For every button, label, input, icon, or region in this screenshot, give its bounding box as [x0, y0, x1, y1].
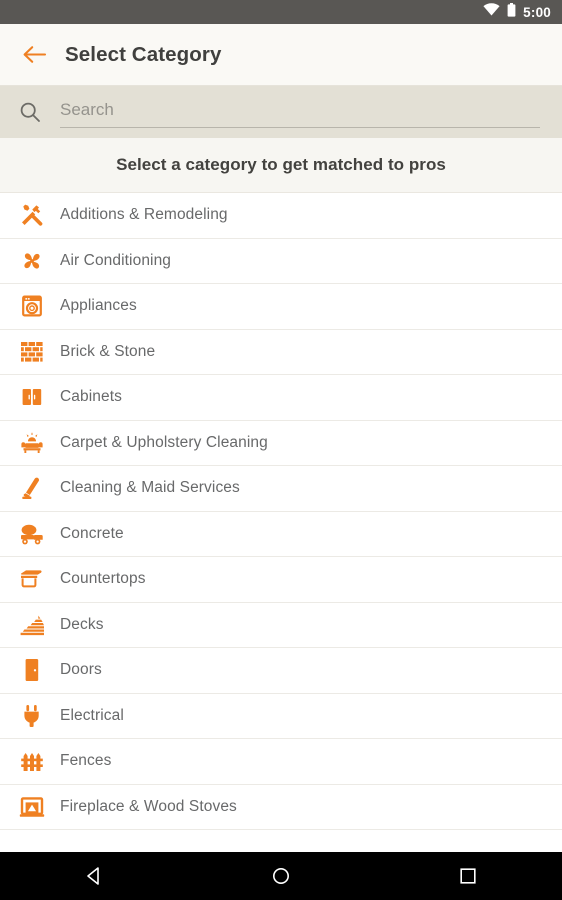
system-navigation-bar	[0, 852, 562, 900]
category-row-label: Cabinets	[60, 388, 122, 406]
category-row-label: Electrical	[60, 706, 124, 724]
search-icon	[19, 101, 41, 123]
category-row[interactable]: Additions & Remodeling	[0, 193, 562, 239]
category-row-label: Air Conditioning	[60, 251, 172, 269]
fence-icon	[14, 750, 50, 772]
vacuum-icon	[14, 476, 50, 500]
category-row[interactable]: Fireplace & Wood Stoves	[0, 784, 562, 830]
wifi-icon	[483, 3, 500, 21]
app-screen: 5:00 Select Category Select a category t…	[0, 0, 562, 900]
nav-home-icon[interactable]	[251, 852, 311, 900]
category-row-label: Countertops	[60, 570, 146, 588]
category-row-label: Concrete	[60, 524, 124, 542]
power-plug-icon	[14, 704, 50, 728]
sofa-sparkle-icon	[14, 431, 50, 455]
category-row[interactable]: Appliances	[0, 284, 562, 330]
countertop-icon	[14, 569, 50, 589]
cabinet-icon	[14, 385, 50, 409]
category-row[interactable]: Air Conditioning	[0, 238, 562, 284]
search-input[interactable]	[60, 99, 540, 124]
category-row[interactable]: Cleaning & Maid Services	[0, 466, 562, 512]
list-bottom-gap	[0, 830, 562, 834]
search-bar	[0, 86, 562, 138]
category-list[interactable]: Additions & Remodeling Air Conditioning …	[0, 193, 562, 830]
category-row-label: Appliances	[60, 297, 137, 315]
category-row-label: Fireplace & Wood Stoves	[60, 797, 237, 815]
brick-wall-icon	[14, 341, 50, 363]
category-row[interactable]: Concrete	[0, 511, 562, 557]
search-field-wrapper	[60, 96, 540, 128]
back-arrow-icon[interactable]	[19, 40, 49, 70]
deck-stairs-icon	[14, 614, 50, 636]
category-row[interactable]: Electrical	[0, 693, 562, 739]
category-row-label: Fences	[60, 752, 112, 770]
category-row-label: Additions & Remodeling	[60, 206, 228, 224]
category-row-label: Decks	[60, 615, 104, 633]
category-row[interactable]: Decks	[0, 602, 562, 648]
fan-icon	[14, 249, 50, 273]
battery-icon	[507, 2, 516, 22]
category-row[interactable]: Carpet & Upholstery Cleaning	[0, 420, 562, 466]
category-row-label: Doors	[60, 661, 102, 679]
app-toolbar: Select Category	[0, 24, 562, 86]
category-row-label: Carpet & Upholstery Cleaning	[60, 433, 268, 451]
category-prompt-banner: Select a category to get matched to pros	[0, 138, 562, 193]
status-bar: 5:00	[0, 0, 562, 24]
category-row[interactable]: Countertops	[0, 557, 562, 603]
hammer-wrench-icon	[14, 202, 50, 228]
page-title: Select Category	[65, 42, 222, 66]
fireplace-icon	[14, 796, 50, 818]
cement-mixer-icon	[14, 523, 50, 545]
category-row[interactable]: Fences	[0, 739, 562, 785]
category-row-label: Cleaning & Maid Services	[60, 479, 240, 497]
category-row[interactable]: Doors	[0, 648, 562, 694]
washing-machine-icon	[14, 294, 50, 318]
category-row[interactable]: Brick & Stone	[0, 329, 562, 375]
status-bar-clock: 5:00	[523, 4, 551, 20]
nav-recents-icon[interactable]	[438, 852, 498, 900]
door-icon	[14, 658, 50, 682]
category-prompt-text: Select a category to get matched to pros	[116, 155, 446, 174]
category-row-label: Brick & Stone	[60, 342, 156, 360]
category-row[interactable]: Cabinets	[0, 375, 562, 421]
nav-back-icon[interactable]	[64, 852, 124, 900]
